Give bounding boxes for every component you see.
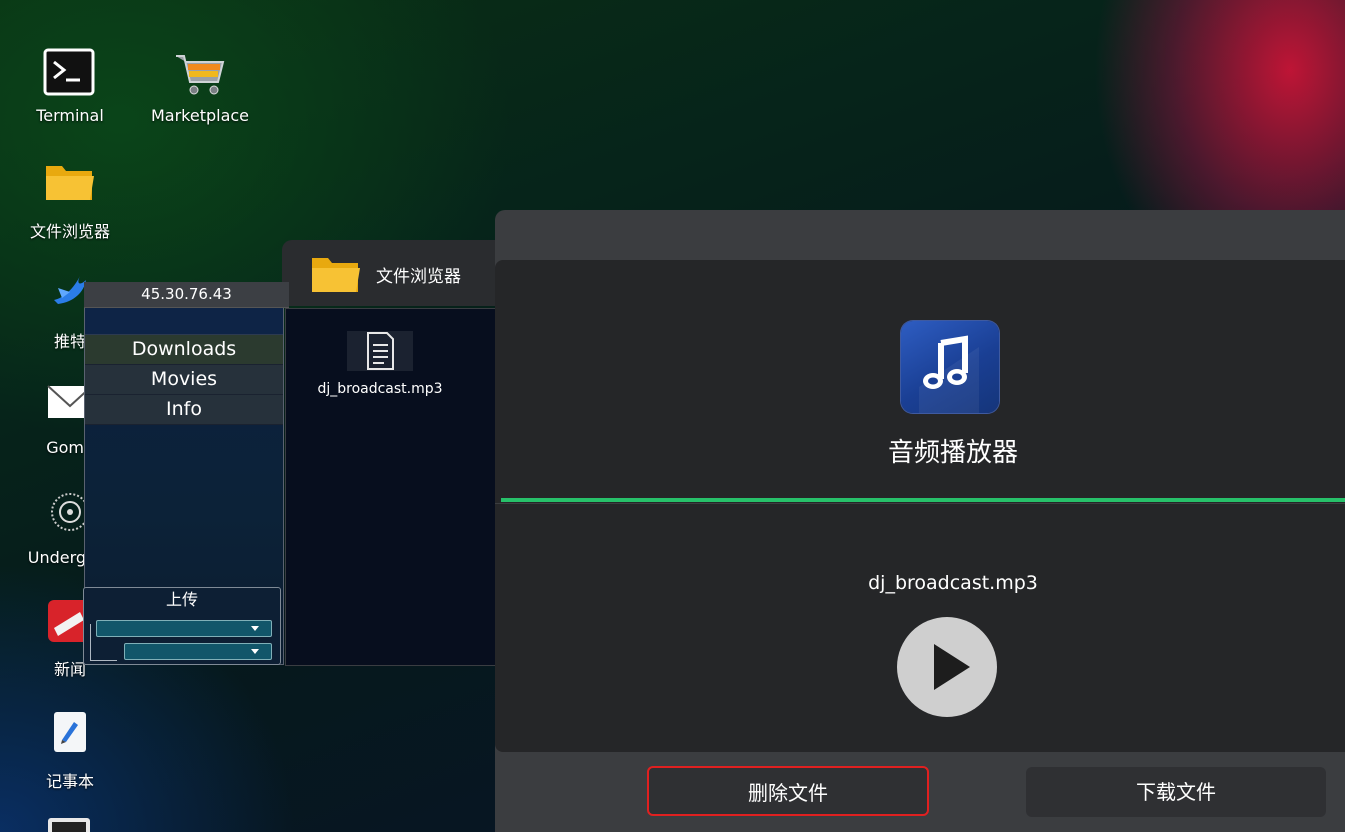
upload-panel: 上传 — [83, 587, 281, 665]
desktop-icon-label: Marketplace — [150, 106, 250, 125]
file-browser-title: 文件浏览器 — [376, 267, 461, 287]
chevron-down-icon — [251, 626, 259, 631]
upload-target-dropdown[interactable] — [124, 643, 272, 660]
file-browser-content: dj_broadcast.mp3 — [285, 308, 522, 666]
playback-progress-bar[interactable] — [501, 498, 1345, 502]
remote-server-panel: 45.30.76.43 Downloads Movies Info 上传 — [83, 282, 289, 665]
upload-title: 上传 — [165, 590, 198, 609]
desktop-icon-terminal[interactable]: Terminal — [10, 48, 130, 125]
download-file-button[interactable]: 下载文件 — [1026, 767, 1326, 817]
app-icon-fragment — [52, 822, 86, 832]
audio-player-window: 音频播放器 dj_broadcast.mp3 删除文件 下载文件 — [495, 210, 1345, 832]
desktop-icon-label: 文件浏览器 — [29, 222, 110, 241]
desktop-icon-label: 记事本 — [45, 772, 94, 791]
upload-source-dropdown[interactable] — [96, 620, 272, 637]
desktop-icon-notepad[interactable]: 记事本 — [10, 710, 130, 792]
folder-icon — [40, 160, 100, 216]
remote-folder-downloads[interactable]: Downloads — [85, 335, 283, 365]
desktop: Terminal Marketplace 文件浏览器 推特 Goma Under… — [0, 0, 1345, 832]
app-title: 音频播放器 — [887, 438, 1018, 468]
chevron-down-icon — [251, 649, 259, 654]
file-browser-window: 文件浏览器 dj_broadcast.mp3 — [282, 240, 522, 668]
play-button[interactable] — [897, 617, 997, 717]
remote-path-row — [85, 308, 283, 335]
music-note-icon — [901, 321, 999, 413]
remote-folder-movies[interactable]: Movies — [85, 365, 283, 395]
desktop-icon-partial[interactable] — [48, 818, 90, 832]
desktop-icon-file-browser[interactable]: 文件浏览器 — [10, 160, 130, 242]
file-browser-titlebar[interactable]: 文件浏览器 — [282, 240, 522, 306]
file-name: dj_broadcast.mp3 — [317, 381, 443, 397]
file-item[interactable]: dj_broadcast.mp3 — [310, 331, 450, 397]
notepad-icon — [40, 710, 100, 766]
delete-file-button[interactable]: 删除文件 — [647, 766, 929, 816]
terminal-icon — [40, 48, 100, 104]
document-icon — [347, 331, 413, 371]
desktop-icon-marketplace[interactable]: Marketplace — [140, 48, 260, 125]
play-icon — [934, 644, 970, 690]
folder-icon — [310, 254, 362, 298]
shopping-cart-icon — [170, 48, 230, 104]
desktop-icon-label: Terminal — [36, 106, 104, 125]
audio-player-header: 音频播放器 — [495, 260, 1345, 503]
remote-folder-info[interactable]: Info — [85, 395, 283, 425]
server-ip: 45.30.76.43 — [84, 282, 289, 308]
audio-player-main: dj_broadcast.mp3 — [495, 504, 1345, 752]
track-name: dj_broadcast.mp3 — [868, 572, 1038, 594]
